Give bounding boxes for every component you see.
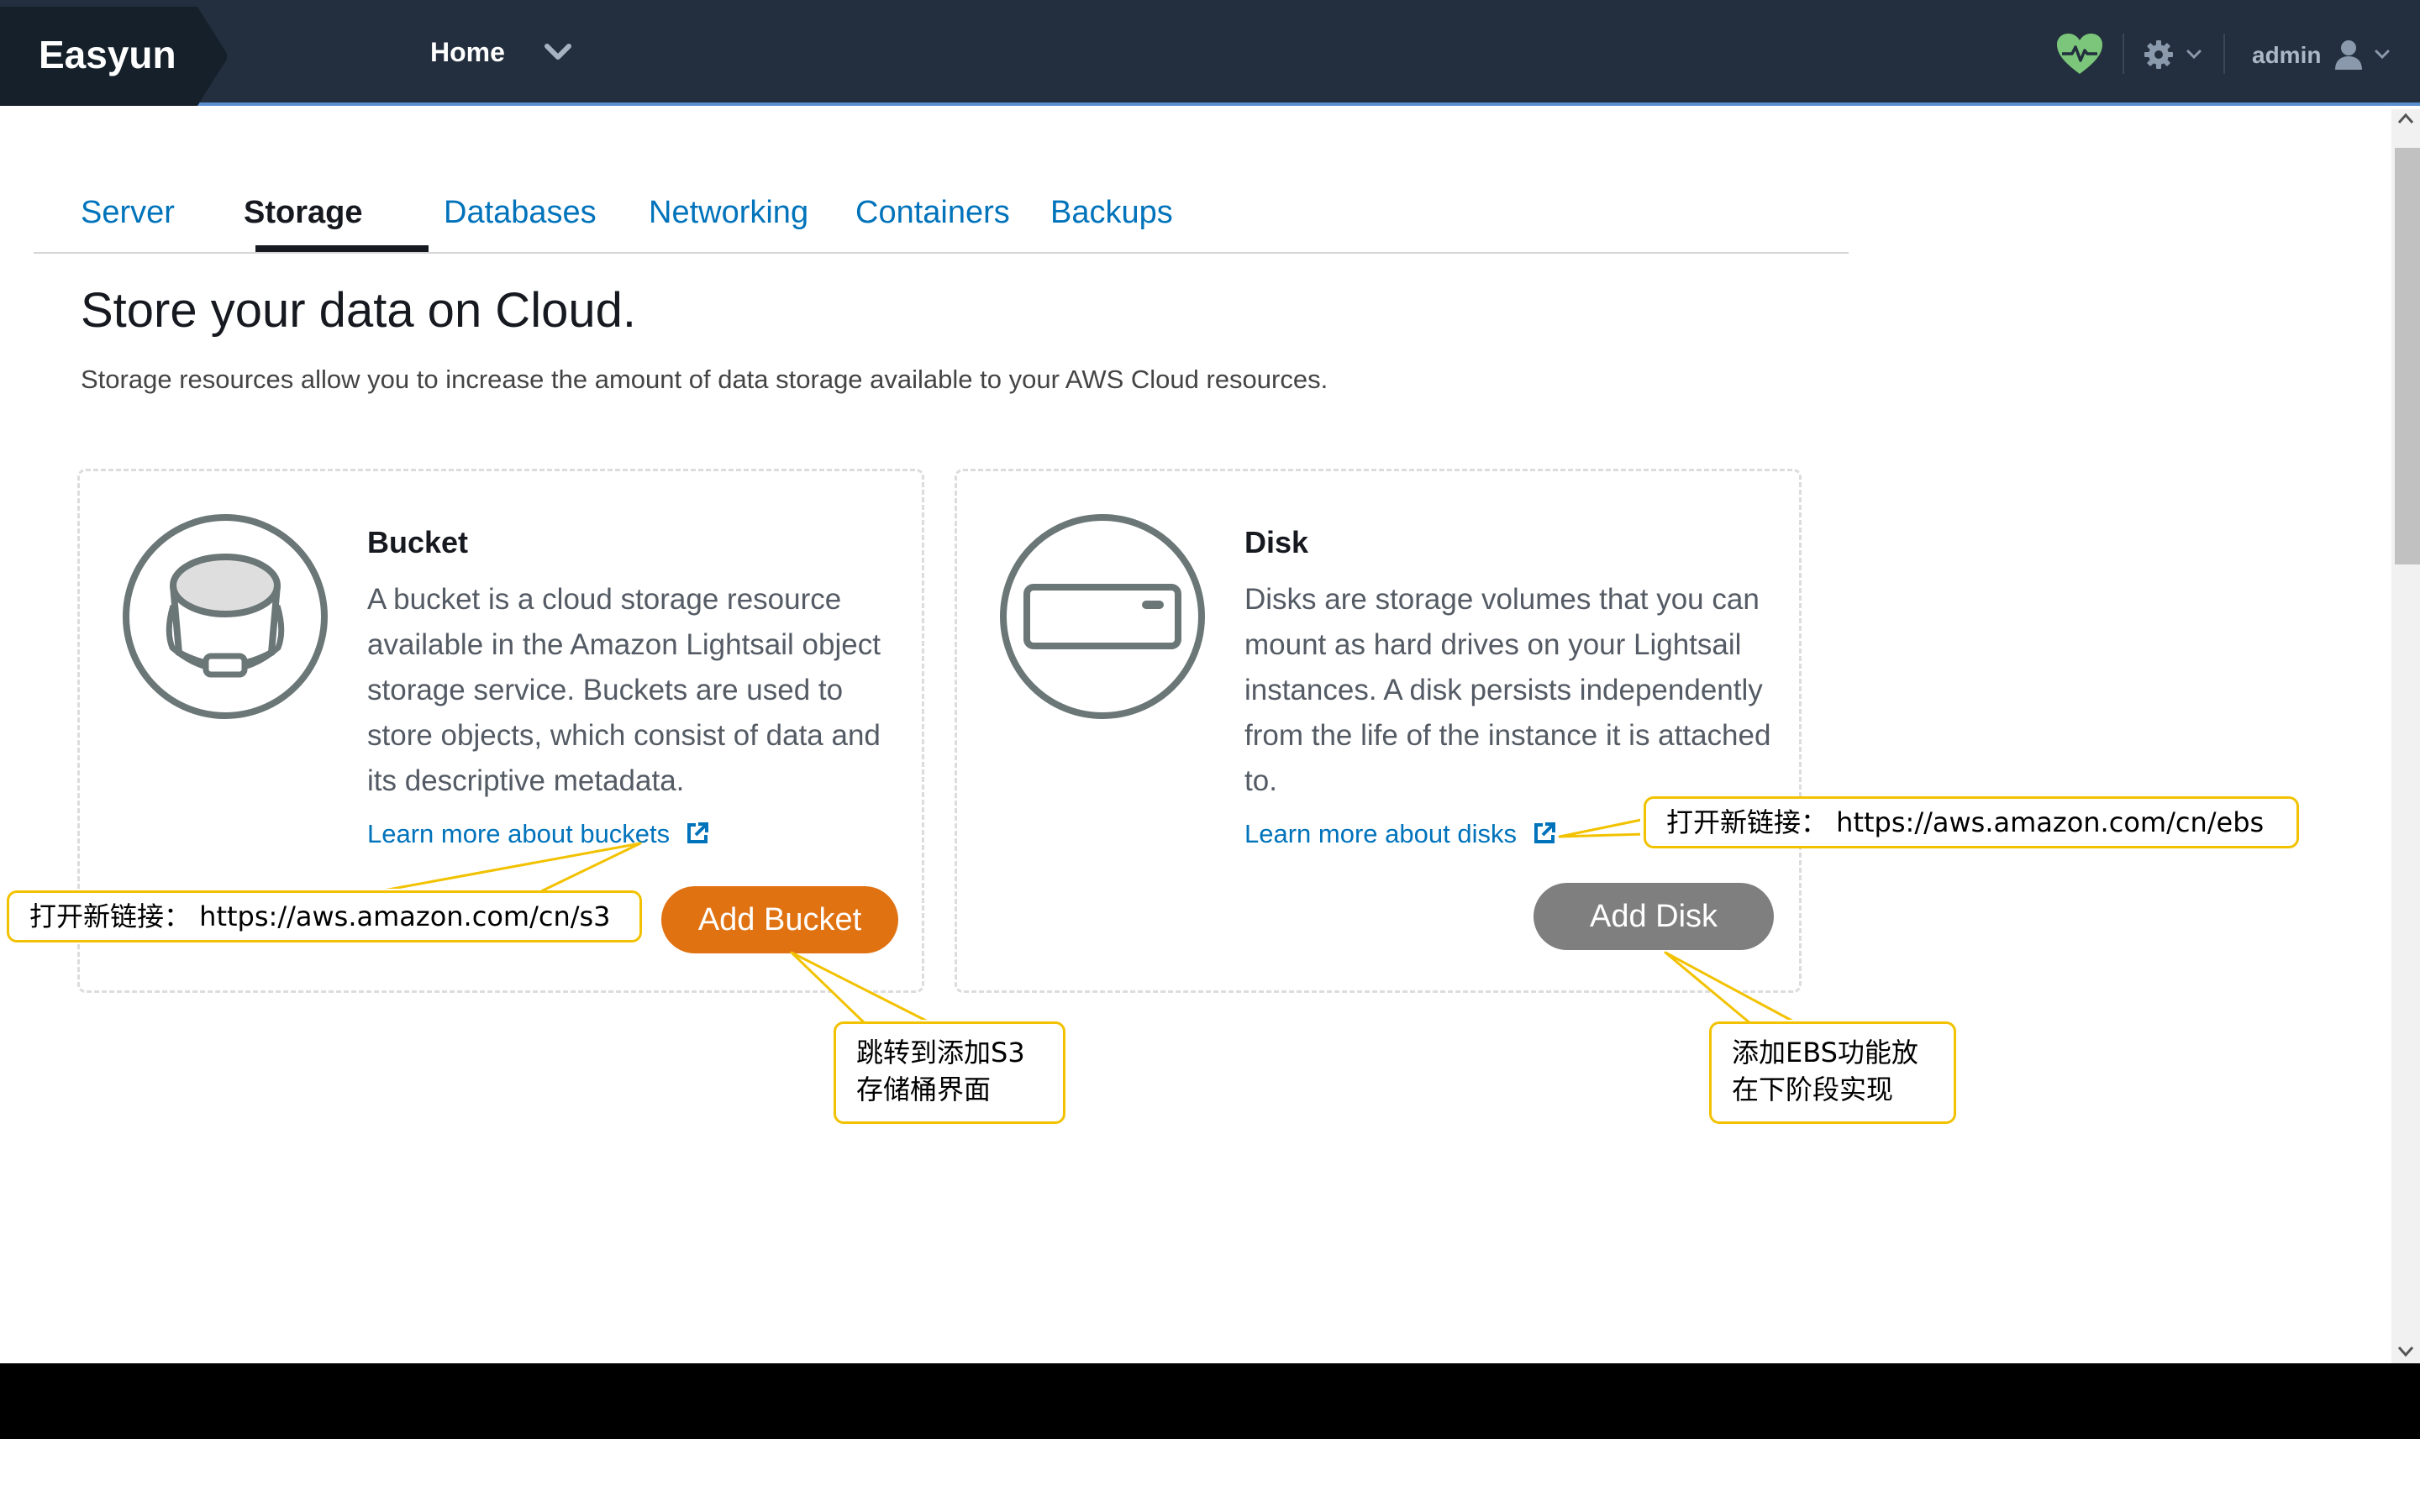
bucket-icon [123, 514, 328, 719]
disk-card-title: Disk [1244, 525, 1309, 559]
annotation-line: 添加EBS功能放 [1732, 1037, 1918, 1068]
toolbar-divider [2123, 34, 2124, 74]
brand-logo[interactable]: Easyun [39, 32, 176, 77]
tab-server[interactable]: Server [81, 195, 175, 231]
window-bottom-band [0, 1363, 2420, 1439]
annotation-line: 跳转到添加S3 [856, 1037, 1025, 1068]
top-navigation-bar: Easyun Home admin [0, 0, 2420, 106]
external-link-icon[interactable] [1533, 822, 1556, 845]
tab-containers[interactable]: Containers [855, 195, 1010, 231]
nav-home-link[interactable]: Home [430, 37, 505, 68]
external-link-icon[interactable] [686, 822, 709, 845]
heart-monitor-icon[interactable] [2055, 32, 2104, 76]
user-icon[interactable] [2334, 39, 2363, 71]
learn-more-disks-label[interactable]: Learn more about disks [1244, 819, 1517, 848]
add-bucket-button[interactable]: Add Bucket [661, 886, 898, 953]
resource-tabs: Server Storage Databases Networking Cont… [34, 176, 1849, 254]
learn-more-buckets-label[interactable]: Learn more about buckets [367, 819, 670, 848]
page-description: Storage resources allow you to increase … [81, 365, 1328, 394]
annotation-line: 在下阶段实现 [1732, 1074, 1894, 1105]
chevron-down-icon[interactable] [544, 42, 571, 62]
gear-icon[interactable] [2143, 39, 2175, 71]
annotation-add-bucket: 跳转到添加S3 存储桶界面 [834, 1021, 1065, 1124]
tab-databases[interactable]: Databases [444, 195, 597, 231]
bucket-card-title: Bucket [367, 525, 469, 559]
learn-more-buckets-link[interactable]: Learn more about buckets [367, 819, 709, 849]
learn-more-disks-link[interactable]: Learn more about disks [1244, 819, 1556, 849]
bucket-card-description: A bucket is a cloud storage resource ava… [367, 583, 881, 797]
annotation-line: 存储桶界面 [856, 1074, 992, 1105]
scroll-up-arrow-icon[interactable] [2396, 111, 2415, 126]
add-disk-button[interactable]: Add Disk [1534, 883, 1774, 950]
active-tab-indicator [255, 245, 429, 252]
user-name[interactable]: admin [2252, 42, 2321, 69]
annotation-s3-link: 打开新链接： https://aws.amazon.com/cn/s3 [7, 890, 642, 942]
tab-backups[interactable]: Backups [1050, 195, 1173, 231]
scroll-down-arrow-icon[interactable] [2396, 1344, 2415, 1359]
disk-card-description: Disks are storage volumes that you can m… [1244, 583, 1771, 797]
page-title: Store your data on Cloud. [81, 283, 636, 338]
chevron-down-icon[interactable] [2186, 50, 2202, 60]
disk-icon [1000, 514, 1205, 719]
tab-networking[interactable]: Networking [649, 195, 808, 231]
toolbar-divider [2223, 34, 2225, 74]
chevron-down-icon[interactable] [2375, 50, 2390, 60]
tab-storage[interactable]: Storage [244, 195, 362, 231]
disk-card: Disk Disks are storage volumes that you … [955, 469, 1802, 993]
scrollbar-thumb[interactable] [2395, 148, 2420, 564]
annotation-add-disk: 添加EBS功能放 在下阶段实现 [1709, 1021, 1956, 1124]
annotation-ebs-link: 打开新链接： https://aws.amazon.com/cn/ebs [1644, 796, 2299, 848]
